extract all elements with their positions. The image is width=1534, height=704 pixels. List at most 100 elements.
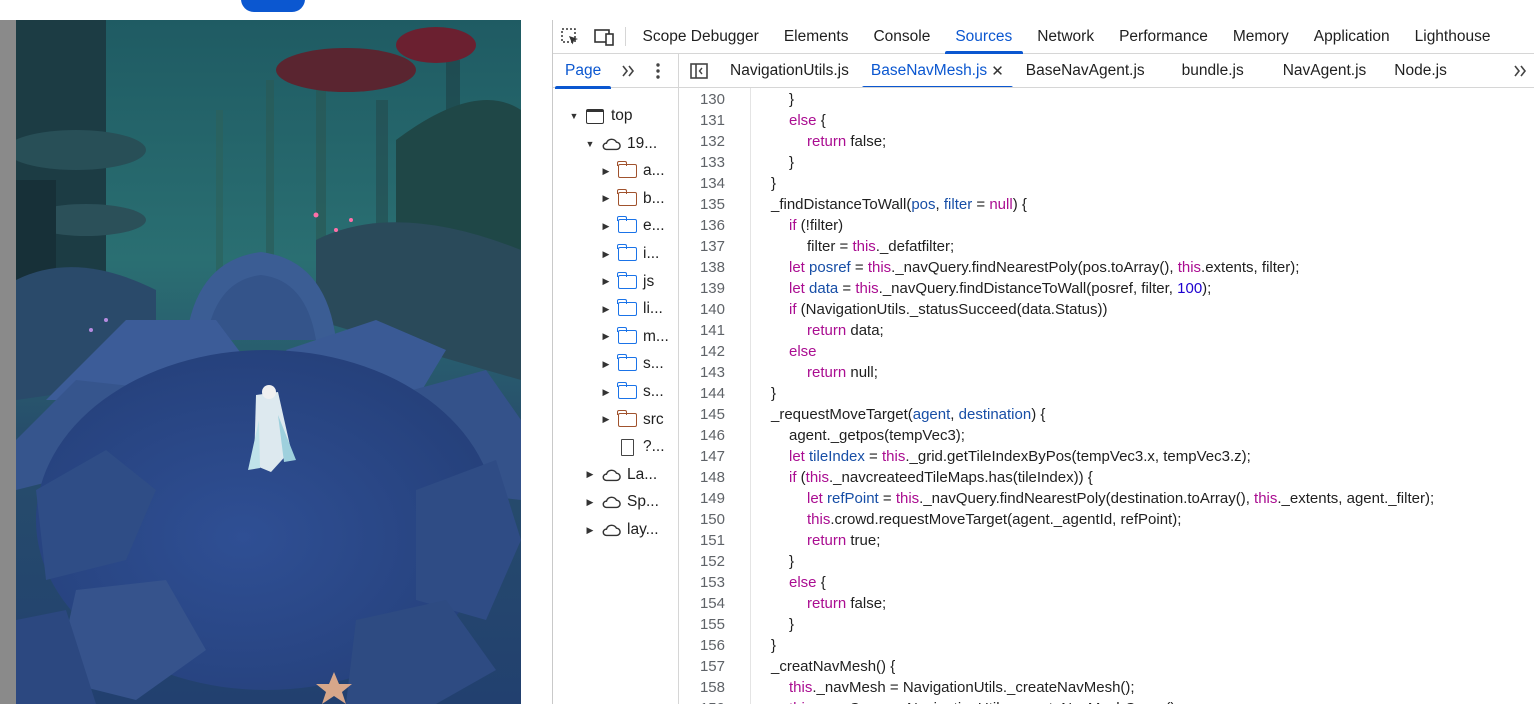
file-tab-basenavagent[interactable]: BaseNavAgent.js bbox=[1015, 54, 1156, 87]
collapsed-arrow-icon[interactable]: ▶ bbox=[599, 304, 613, 315]
tree-item[interactable]: ▶ Sp... bbox=[583, 489, 659, 516]
game-canvas[interactable] bbox=[16, 20, 521, 704]
collapsed-arrow-icon[interactable]: ▶ bbox=[599, 221, 613, 232]
tree-item[interactable]: ▶ La... bbox=[583, 461, 658, 488]
code-token: ._navQuery.findNearestPoly(destination.t… bbox=[919, 490, 1255, 507]
more-file-tabs-chevron-icon[interactable] bbox=[1505, 54, 1534, 87]
tab-network[interactable]: Network bbox=[1025, 20, 1107, 53]
toggle-navigator-icon[interactable] bbox=[679, 54, 719, 87]
tree-item[interactable]: ▶ lay... bbox=[583, 517, 659, 544]
line-number[interactable]: 130 bbox=[679, 89, 725, 110]
line-number[interactable]: 144 bbox=[679, 383, 725, 404]
code-text: this._navQuery = NavigationUtils._create… bbox=[789, 698, 1180, 704]
code-token: = bbox=[850, 259, 868, 276]
line-number[interactable]: 156 bbox=[679, 635, 725, 656]
line-number[interactable]: 143 bbox=[679, 362, 725, 383]
file-tab-bundle[interactable]: bundle.js bbox=[1156, 54, 1270, 87]
more-tabs-chevron-icon[interactable] bbox=[613, 54, 643, 88]
tree-item-label: top bbox=[611, 107, 633, 124]
tab-memory[interactable]: Memory bbox=[1220, 20, 1301, 53]
tree-item[interactable]: ▼ top bbox=[567, 103, 633, 130]
line-number[interactable]: 132 bbox=[679, 131, 725, 152]
close-tab-icon[interactable]: ✕ bbox=[991, 62, 1004, 80]
tab-elements[interactable]: Elements bbox=[771, 20, 861, 53]
code-token: ); bbox=[1202, 280, 1212, 297]
line-number[interactable]: 138 bbox=[679, 257, 725, 278]
code-editor[interactable]: 130} 131 else {132 return false; 133} 134} 135… bbox=[679, 88, 1534, 704]
line-number[interactable]: 131 bbox=[679, 110, 725, 131]
file-tab-navagent[interactable]: NavAgent.js bbox=[1270, 54, 1381, 87]
code-text: } bbox=[789, 614, 794, 635]
tab-console[interactable]: Console bbox=[861, 20, 943, 53]
tab-sources[interactable]: Sources bbox=[943, 20, 1025, 54]
page-viewport bbox=[0, 20, 552, 704]
collapsed-arrow-icon[interactable]: ▶ bbox=[583, 469, 597, 480]
collapsed-arrow-icon[interactable]: ▶ bbox=[599, 359, 613, 370]
line-number[interactable]: 134 bbox=[679, 173, 725, 194]
tab-application[interactable]: Application bbox=[1301, 20, 1402, 53]
tab-lighthouse[interactable]: Lighthouse bbox=[1402, 20, 1503, 53]
line-number[interactable]: 157 bbox=[679, 656, 725, 677]
tree-item[interactable]: ▶ s... bbox=[599, 379, 664, 406]
frame-icon bbox=[585, 108, 605, 124]
collapsed-arrow-icon[interactable]: ▶ bbox=[599, 193, 613, 204]
line-number[interactable]: 137 bbox=[679, 236, 725, 257]
tree-item[interactable]: ▶ m... bbox=[599, 323, 669, 350]
line-number[interactable]: 155 bbox=[679, 614, 725, 635]
code-text: else bbox=[789, 341, 817, 362]
collapsed-arrow-icon[interactable]: ▶ bbox=[599, 249, 613, 260]
collapsed-arrow-icon[interactable]: ▶ bbox=[599, 414, 613, 425]
line-number[interactable]: 136 bbox=[679, 215, 725, 236]
line-number[interactable]: 140 bbox=[679, 299, 725, 320]
collapsed-arrow-icon[interactable]: ▶ bbox=[599, 331, 613, 342]
tree-item[interactable]: ▼ 19... bbox=[583, 130, 658, 157]
line-number[interactable]: 152 bbox=[679, 551, 725, 572]
tree-item[interactable]: ▶ e... bbox=[599, 213, 665, 240]
line-number[interactable]: 148 bbox=[679, 467, 725, 488]
tree-item[interactable]: ▶ i... bbox=[599, 241, 659, 268]
collapsed-arrow-icon[interactable]: ▶ bbox=[583, 497, 597, 508]
line-number[interactable]: 149 bbox=[679, 488, 725, 509]
tree-item[interactable]: ?... bbox=[599, 434, 665, 461]
line-number[interactable]: 154 bbox=[679, 593, 725, 614]
line-number[interactable]: 135 bbox=[679, 194, 725, 215]
tab-scope-debugger[interactable]: Scope Debugger bbox=[630, 20, 771, 53]
tree-item[interactable]: ▶ li... bbox=[599, 296, 663, 323]
browser-blue-button[interactable] bbox=[241, 0, 305, 12]
code-token: this bbox=[852, 238, 876, 255]
tree-item[interactable]: ▶ a... bbox=[599, 158, 665, 185]
expanded-arrow-icon[interactable]: ▼ bbox=[583, 139, 597, 149]
tree-item-label: ?... bbox=[643, 438, 665, 456]
device-toolbar-icon[interactable] bbox=[587, 20, 621, 53]
line-number[interactable]: 151 bbox=[679, 530, 725, 551]
expanded-arrow-icon[interactable]: ▼ bbox=[567, 111, 581, 121]
line-number[interactable]: 142 bbox=[679, 341, 725, 362]
cloud-icon bbox=[601, 467, 621, 483]
collapsed-arrow-icon[interactable]: ▶ bbox=[599, 166, 613, 177]
file-tab-navigationutils[interactable]: NavigationUtils.js bbox=[719, 54, 860, 87]
line-number[interactable]: 150 bbox=[679, 509, 725, 530]
file-tab-node[interactable]: Node.js bbox=[1380, 54, 1458, 87]
line-number[interactable]: 147 bbox=[679, 446, 725, 467]
code-token: .extents, filter); bbox=[1201, 259, 1300, 276]
file-tab-basenavmesh[interactable]: BaseNavMesh.js ✕ bbox=[860, 54, 1015, 87]
collapsed-arrow-icon[interactable]: ▶ bbox=[599, 387, 613, 398]
tree-item[interactable]: ▶ s... bbox=[599, 351, 664, 378]
tab-performance[interactable]: Performance bbox=[1107, 20, 1221, 53]
line-number[interactable]: 153 bbox=[679, 572, 725, 593]
line-number[interactable]: 158 bbox=[679, 677, 725, 698]
line-number[interactable]: 145 bbox=[679, 404, 725, 425]
line-number[interactable]: 141 bbox=[679, 320, 725, 341]
navigator-tab-page[interactable]: Page bbox=[553, 54, 613, 89]
line-number[interactable]: 159 bbox=[679, 698, 725, 704]
line-number[interactable]: 133 bbox=[679, 152, 725, 173]
inspect-element-icon[interactable] bbox=[553, 20, 587, 53]
tree-item[interactable]: ▶ src bbox=[599, 406, 664, 433]
collapsed-arrow-icon[interactable]: ▶ bbox=[583, 525, 597, 536]
tree-item[interactable]: ▶ b... bbox=[599, 185, 665, 212]
navigator-menu-icon[interactable] bbox=[643, 54, 673, 88]
line-number[interactable]: 146 bbox=[679, 425, 725, 446]
collapsed-arrow-icon[interactable]: ▶ bbox=[599, 276, 613, 287]
line-number[interactable]: 139 bbox=[679, 278, 725, 299]
tree-item[interactable]: ▶ js bbox=[599, 268, 654, 295]
